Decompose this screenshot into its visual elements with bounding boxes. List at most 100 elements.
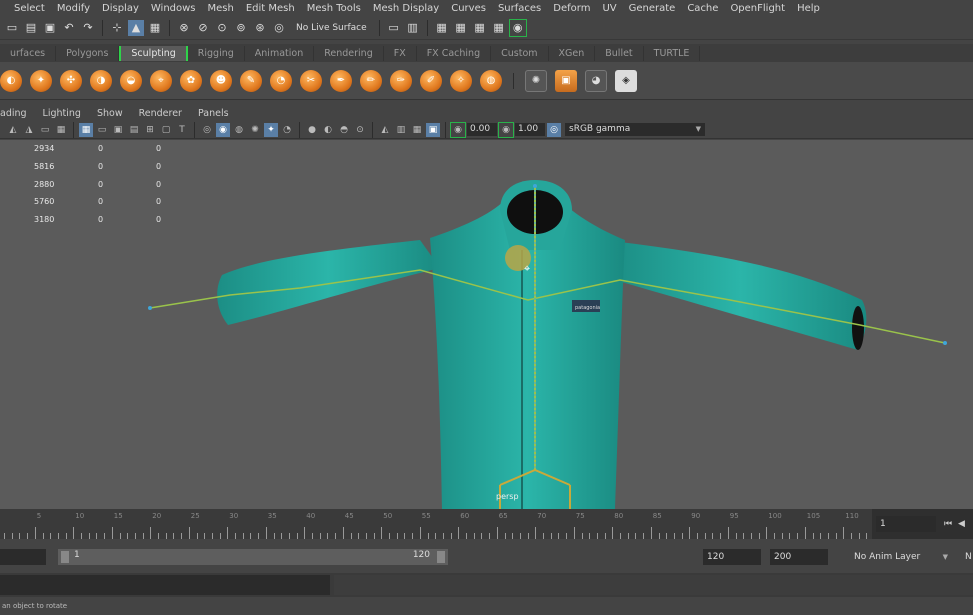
- select-component-icon[interactable]: ▦: [147, 20, 163, 36]
- use-all-lights-icon[interactable]: ✦: [264, 122, 278, 137]
- save-scene-icon[interactable]: ▣: [42, 20, 58, 36]
- smear-tool-icon[interactable]: ✐: [420, 69, 442, 92]
- view-transform-dropdown[interactable]: sRGB gamma: [565, 123, 705, 136]
- grab-tool-icon[interactable]: ◑: [90, 69, 112, 92]
- new-scene-icon[interactable]: ▭: [4, 20, 20, 36]
- shelf-tab-urfaces[interactable]: urfaces: [0, 45, 57, 61]
- bulge-tool-icon[interactable]: ✧: [450, 69, 472, 92]
- menu-mesh[interactable]: Mesh: [202, 3, 240, 14]
- shelf-tab-animation[interactable]: Animation: [245, 45, 315, 61]
- menu-surfaces[interactable]: Surfaces: [492, 3, 547, 14]
- hypershade-icon[interactable]: ◉: [508, 18, 527, 37]
- stamp-tool-icon[interactable]: ▣: [555, 69, 577, 92]
- exposure-icon[interactable]: ◉: [450, 121, 466, 138]
- erase-tool-icon[interactable]: ◕: [585, 69, 607, 92]
- ipr-render-icon[interactable]: ▦: [472, 20, 488, 36]
- shelf-tab-fx-caching[interactable]: FX Caching: [417, 45, 492, 61]
- scrape-tool-icon[interactable]: ✒: [330, 69, 352, 92]
- panel-menu-show[interactable]: Show: [89, 108, 131, 119]
- foamy-tool-icon[interactable]: ✿: [180, 69, 202, 92]
- fill-tool-icon[interactable]: ✏: [360, 69, 382, 92]
- relax-tool-icon[interactable]: ✣: [60, 69, 82, 92]
- repeat-tool-icon[interactable]: ✎: [240, 69, 262, 92]
- render-frame-icon[interactable]: ▦: [453, 20, 469, 36]
- snap-surface-icon[interactable]: ⊛: [252, 20, 268, 36]
- mask-tool-icon[interactable]: ◈: [615, 69, 637, 92]
- menu-generate[interactable]: Generate: [623, 3, 682, 14]
- snap-plane-icon[interactable]: ⊚: [233, 20, 249, 36]
- color-management-icon[interactable]: ◎: [547, 122, 561, 137]
- grid-icon[interactable]: ▦: [79, 122, 93, 137]
- sculpt-tool-icon[interactable]: ◐: [0, 69, 22, 92]
- shelf-tab-fx[interactable]: FX: [384, 45, 417, 61]
- render-view-icon[interactable]: ▦: [434, 20, 450, 36]
- construction-history-icon[interactable]: ▥: [405, 20, 421, 36]
- depth-of-field-icon[interactable]: ⊙: [353, 123, 367, 137]
- menu-uv[interactable]: UV: [596, 3, 622, 14]
- image-plane-icon[interactable]: ▦: [54, 123, 68, 137]
- motion-blur-icon[interactable]: ◐: [321, 123, 335, 137]
- shelf-tab-sculpting[interactable]: Sculpting: [119, 45, 188, 61]
- animation-start-field[interactable]: [0, 549, 46, 565]
- character-set-field[interactable]: N: [965, 549, 972, 565]
- smooth-tool-icon[interactable]: ✦: [30, 69, 52, 92]
- snap-grid-icon[interactable]: ⊗: [176, 20, 192, 36]
- mel-input[interactable]: [0, 575, 330, 595]
- shelf-tab-rigging[interactable]: Rigging: [188, 45, 245, 61]
- menu-mesh-tools[interactable]: Mesh Tools: [301, 3, 367, 14]
- snap-curve-icon[interactable]: ⊘: [195, 20, 211, 36]
- flatten-tool-icon[interactable]: ⌖: [150, 69, 172, 92]
- range-end-handle[interactable]: [437, 551, 445, 563]
- panel-menu-renderer[interactable]: Renderer: [131, 108, 190, 119]
- make-live-icon[interactable]: ◎: [271, 20, 287, 36]
- exposure-field[interactable]: 0.00: [467, 123, 497, 136]
- menu-curves[interactable]: Curves: [445, 3, 492, 14]
- menu-help[interactable]: Help: [791, 3, 826, 14]
- step-back-icon[interactable]: ◀: [958, 516, 972, 532]
- menu-mesh-display[interactable]: Mesh Display: [367, 3, 445, 14]
- wax-tool-icon[interactable]: ✂: [300, 69, 322, 92]
- render-settings-icon[interactable]: ▦: [491, 20, 507, 36]
- snap-point-icon[interactable]: ⊙: [214, 20, 230, 36]
- select-camera-icon[interactable]: ◭: [6, 123, 20, 137]
- time-slider[interactable]: 5 10 15 20 25 30 35 40 45 50 55 60 65 70 75 80 85 90 95 100…: [0, 509, 973, 539]
- menu-display[interactable]: Display: [96, 3, 145, 14]
- xray-icon[interactable]: ▥: [394, 123, 408, 137]
- spray-tool-icon[interactable]: ☻: [210, 69, 232, 92]
- menu-deform[interactable]: Deform: [547, 3, 596, 14]
- resolution-gate-icon[interactable]: ▣: [111, 123, 125, 137]
- open-scene-icon[interactable]: ▤: [23, 20, 39, 36]
- select-object-icon[interactable]: ▲: [128, 19, 144, 36]
- menu-openflight[interactable]: OpenFlight: [724, 3, 791, 14]
- range-start-handle[interactable]: [61, 551, 69, 563]
- knife-tool-icon[interactable]: ✑: [390, 69, 412, 92]
- menu-select[interactable]: Select: [0, 3, 51, 14]
- input-ops-icon[interactable]: ▭: [386, 20, 402, 36]
- shelf-tab-custom[interactable]: Custom: [491, 45, 549, 61]
- menu-cache[interactable]: Cache: [681, 3, 724, 14]
- amplify-tool-icon[interactable]: ◍: [480, 69, 502, 92]
- select-hierarchy-icon[interactable]: ⊹: [109, 20, 125, 36]
- field-chart-icon[interactable]: ⊞: [143, 123, 157, 137]
- xray-joints-icon[interactable]: ▦: [410, 123, 424, 137]
- anim-layer-dropdown[interactable]: No Anim Layer: [834, 549, 952, 565]
- menu-edit-mesh[interactable]: Edit Mesh: [240, 3, 301, 14]
- gamma-field[interactable]: 1.00: [515, 123, 545, 136]
- panel-menu-panels[interactable]: Panels: [190, 108, 237, 119]
- time-ruler[interactable]: 5 10 15 20 25 30 35 40 45 50 55 60 65 70 75 80 85 90 95 100…: [0, 509, 872, 539]
- redo-icon[interactable]: ↷: [80, 20, 96, 36]
- panel-menu-lighting[interactable]: Lighting: [35, 108, 89, 119]
- camera-attributes-icon[interactable]: ◮: [22, 123, 36, 137]
- shelf-tab-polygons[interactable]: Polygons: [56, 45, 120, 61]
- playback-end-field[interactable]: 120: [703, 549, 761, 565]
- safe-title-icon[interactable]: T: [175, 123, 189, 137]
- multisample-aa-icon[interactable]: ◓: [337, 123, 351, 137]
- imprint-tool-icon[interactable]: ◔: [270, 69, 292, 92]
- animation-end-field[interactable]: 200: [770, 549, 828, 565]
- persp-viewport[interactable]: patagonia ⌖ 2934 0 0 5816 0 0 2880 0 0 5760 0 0 3180…: [0, 140, 973, 509]
- wireframe-icon[interactable]: ◎: [200, 123, 214, 137]
- gamma-icon[interactable]: ◉: [498, 121, 514, 138]
- gate-mask-icon[interactable]: ▤: [127, 123, 141, 137]
- shelf-tab-xgen[interactable]: XGen: [549, 45, 596, 61]
- safe-action-icon[interactable]: ▢: [159, 123, 173, 137]
